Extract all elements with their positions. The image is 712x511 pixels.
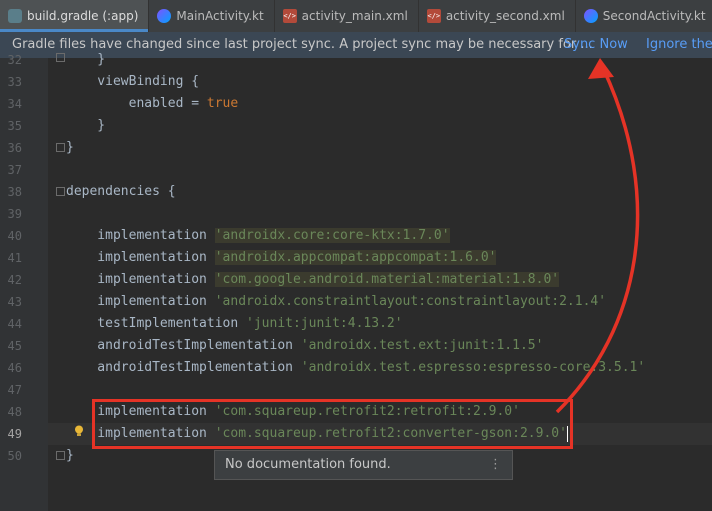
annotation-arrow: [555, 58, 640, 414]
more-options-icon[interactable]: ⋮: [489, 451, 502, 479]
popup-message: No documentation found.: [225, 457, 391, 472]
documentation-popup: No documentation found. ⋮: [214, 450, 513, 480]
